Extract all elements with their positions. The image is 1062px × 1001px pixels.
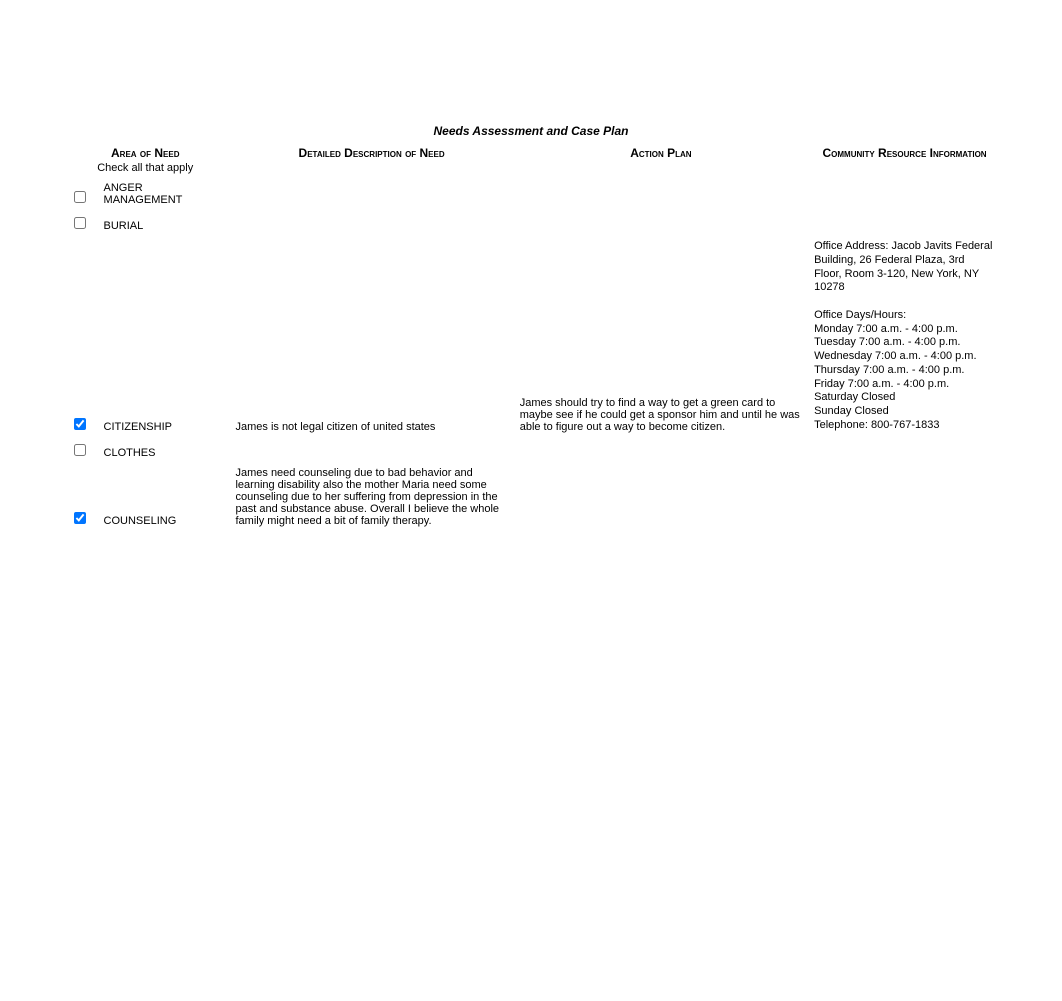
row-checkbox[interactable]: [74, 512, 86, 524]
needs-table: Area of Need Check all that apply Detail…: [61, 142, 1001, 531]
area-of-need-label: ANGER MANAGEMENT: [98, 178, 230, 210]
resource-cell: [808, 437, 1001, 463]
table-row: BURIAL: [61, 210, 1001, 236]
resource-cell: [808, 178, 1001, 210]
description-cell: [229, 437, 513, 463]
action-plan-cell: [514, 210, 808, 236]
resource-cell: [808, 210, 1001, 236]
col-header-action-plan: Action Plan: [514, 142, 808, 178]
description-cell: [229, 178, 513, 210]
col-header-area: Area of Need Check all that apply: [61, 142, 229, 178]
page-title: Needs Assessment and Case Plan: [61, 120, 1001, 142]
resource-cell: [808, 463, 1001, 531]
area-of-need-label: COUNSELING: [98, 463, 230, 531]
col-header-area-subtitle: Check all that apply: [67, 162, 223, 174]
description-cell: James need counseling due to bad behavio…: [229, 463, 513, 531]
description-cell: [229, 210, 513, 236]
document-page: Needs Assessment and Case Plan Area of N…: [61, 120, 1001, 531]
row-checkbox[interactable]: [74, 444, 86, 456]
table-row: ANGER MANAGEMENT: [61, 178, 1001, 210]
action-plan-cell: James should try to find a way to get a …: [514, 236, 808, 437]
table-row: CITIZENSHIPJames is not legal citizen of…: [61, 236, 1001, 437]
row-checkbox-cell: [61, 178, 98, 210]
action-plan-cell: [514, 437, 808, 463]
area-of-need-label: CITIZENSHIP: [98, 236, 230, 437]
description-cell: James is not legal citizen of united sta…: [229, 236, 513, 437]
table-row: COUNSELING James need counseling due to …: [61, 463, 1001, 531]
row-checkbox-cell: [61, 236, 98, 437]
col-header-resource: Community Resource Information: [808, 142, 1001, 178]
row-checkbox-cell: [61, 210, 98, 236]
col-header-area-title: Area of Need: [111, 146, 179, 160]
row-checkbox[interactable]: [74, 217, 86, 229]
row-checkbox-cell: [61, 463, 98, 531]
row-checkbox[interactable]: [74, 418, 86, 430]
table-row: CLOTHES: [61, 437, 1001, 463]
row-checkbox[interactable]: [74, 191, 86, 203]
resource-cell: Office Address: Jacob Javits Federal Bui…: [808, 236, 1001, 437]
table-header-row: Area of Need Check all that apply Detail…: [61, 142, 1001, 178]
action-plan-cell: [514, 463, 808, 531]
area-of-need-label: BURIAL: [98, 210, 230, 236]
area-of-need-label: CLOTHES: [98, 437, 230, 463]
col-header-description: Detailed Description of Need: [229, 142, 513, 178]
action-plan-cell: [514, 178, 808, 210]
row-checkbox-cell: [61, 437, 98, 463]
